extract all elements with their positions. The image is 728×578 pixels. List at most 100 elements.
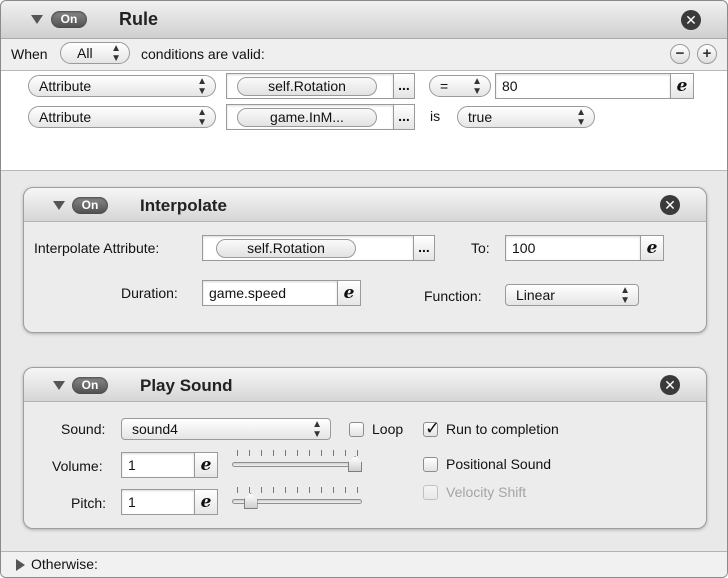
- boolean-value-select[interactable]: true ▲ ▼: [457, 106, 595, 128]
- volume-label: Volume:: [52, 458, 103, 474]
- slider-track[interactable]: [232, 462, 362, 467]
- pitch-slider-thumb[interactable]: [243, 493, 258, 509]
- sound-value: sound4: [132, 421, 178, 437]
- duration-field[interactable]: game.speed: [202, 280, 338, 306]
- remove-condition-button[interactable]: −: [670, 44, 690, 64]
- when-label: When: [11, 46, 48, 62]
- add-condition-button[interactable]: +: [697, 44, 717, 64]
- interpolate-title: Interpolate: [140, 196, 227, 215]
- checkmark-icon: ✓: [425, 418, 441, 438]
- run-to-completion-label: Run to completion: [446, 421, 559, 437]
- attribute-browse-button[interactable]: ...: [393, 104, 415, 130]
- attribute-browse-button[interactable]: ...: [413, 235, 435, 261]
- operator-select[interactable]: = ▲ ▼: [429, 75, 491, 97]
- play-sound-close-icon[interactable]: ✕: [660, 375, 680, 395]
- collapse-triangle-icon[interactable]: [53, 201, 65, 210]
- loop-label: Loop: [372, 421, 404, 437]
- play-sound-title: Play Sound: [140, 376, 233, 395]
- volume-slider-thumb[interactable]: [348, 456, 362, 472]
- play-sound-on-toggle[interactable]: On: [72, 377, 108, 394]
- condition-type-select[interactable]: Attribute ▲ ▼: [28, 106, 216, 128]
- slider-tick: [321, 450, 322, 456]
- interpolate-header: On Interpolate ✕: [24, 188, 706, 222]
- condition-type-value: Attribute: [39, 78, 92, 94]
- collapse-triangle-icon[interactable]: [31, 15, 43, 24]
- interpolate-close-icon[interactable]: ✕: [660, 195, 680, 215]
- play-sound-behavior: On Play Sound ✕ Sound: sound4 ▲ ▼ Loop ✓ …: [23, 367, 707, 529]
- function-value: Linear: [516, 287, 555, 303]
- pitch-field[interactable]: 1: [121, 489, 195, 515]
- slider-tick: [333, 487, 334, 493]
- rule-editor: On Rule ✕ When All ▲ ▼ conditions are val…: [0, 0, 728, 578]
- condition-value-text: 80: [502, 78, 518, 94]
- rule-close-icon[interactable]: ✕: [681, 10, 701, 30]
- sound-select[interactable]: sound4 ▲ ▼: [121, 418, 331, 440]
- loop-checkbox[interactable]: [349, 422, 364, 437]
- boolean-value: true: [468, 109, 493, 125]
- attribute-tag[interactable]: game.InM...: [237, 108, 377, 127]
- condition-type-value: Attribute: [39, 109, 92, 125]
- slider-tick: [357, 487, 358, 493]
- condition-type-select[interactable]: Attribute ▲ ▼: [28, 75, 216, 97]
- sound-label: Sound:: [61, 421, 106, 437]
- updown-arrows-icon: ▲ ▼: [312, 419, 322, 440]
- expression-e-icon[interactable]: e: [194, 489, 218, 515]
- volume-field[interactable]: 1: [121, 452, 195, 478]
- updown-arrows-icon: ▲ ▼: [111, 43, 121, 64]
- otherwise-section[interactable]: Otherwise:: [1, 551, 727, 577]
- function-select[interactable]: Linear ▲ ▼: [505, 284, 639, 306]
- run-to-completion-checkbox[interactable]: ✓: [423, 418, 440, 438]
- positional-sound-checkbox[interactable]: [423, 457, 438, 472]
- slider-tick: [237, 450, 238, 456]
- pitch-slider[interactable]: [232, 487, 368, 513]
- slider-tick: [357, 450, 358, 456]
- when-mode-value: All: [77, 45, 93, 61]
- to-value-text: 100: [512, 240, 536, 256]
- slider-tick: [321, 487, 322, 493]
- attribute-browse-button[interactable]: ...: [393, 73, 415, 99]
- slider-tick: [345, 450, 346, 456]
- conditions-list: Attribute ▲ ▼ self.Rotation ... = ▲ ▼ 80 e…: [1, 71, 727, 171]
- expression-e-icon[interactable]: e: [194, 452, 218, 478]
- to-value-field[interactable]: 100: [505, 235, 641, 261]
- collapse-triangle-icon[interactable]: [53, 381, 65, 390]
- expression-e-icon[interactable]: e: [337, 280, 361, 306]
- operator-is-label: is: [430, 108, 441, 124]
- interpolate-on-toggle[interactable]: On: [72, 197, 108, 214]
- attribute-tag[interactable]: self.Rotation: [237, 77, 377, 96]
- volume-slider[interactable]: [232, 450, 368, 476]
- slider-tick: [273, 487, 274, 493]
- slider-tick: [285, 487, 286, 493]
- updown-arrows-icon: ▲ ▼: [197, 76, 207, 97]
- pitch-value: 1: [128, 494, 136, 510]
- condition-attribute-field[interactable]: self.Rotation: [226, 73, 394, 99]
- attribute-tag[interactable]: self.Rotation: [216, 239, 356, 258]
- slider-tick: [297, 487, 298, 493]
- velocity-shift-label: Velocity Shift: [446, 484, 527, 500]
- interpolate-attribute-field[interactable]: self.Rotation: [202, 235, 414, 261]
- play-sound-header: On Play Sound ✕: [24, 368, 706, 402]
- slider-tick: [261, 487, 262, 493]
- slider-tick: [261, 450, 262, 456]
- condition-value-field[interactable]: 80: [495, 73, 671, 99]
- updown-arrows-icon: ▲ ▼: [576, 107, 586, 128]
- function-label: Function:: [424, 288, 482, 304]
- expression-e-icon[interactable]: e: [640, 235, 664, 261]
- to-label: To:: [471, 240, 490, 256]
- slider-tick: [249, 487, 250, 493]
- slider-tick: [285, 450, 286, 456]
- interpolate-attribute-label: Interpolate Attribute:: [34, 240, 160, 256]
- condition-attribute-field[interactable]: game.InM...: [226, 104, 394, 130]
- updown-arrows-icon: ▲ ▼: [197, 107, 207, 128]
- slider-tick: [309, 450, 310, 456]
- expression-e-icon[interactable]: e: [670, 73, 694, 99]
- velocity-shift-checkbox[interactable]: [423, 485, 438, 500]
- slider-tick: [297, 450, 298, 456]
- duration-text: game.speed: [209, 285, 287, 301]
- slider-tick: [309, 487, 310, 493]
- expand-triangle-icon[interactable]: [16, 559, 25, 571]
- volume-value: 1: [128, 457, 136, 473]
- slider-tick: [237, 487, 238, 493]
- rule-on-toggle[interactable]: On: [51, 11, 87, 28]
- when-mode-select[interactable]: All ▲ ▼: [60, 42, 130, 64]
